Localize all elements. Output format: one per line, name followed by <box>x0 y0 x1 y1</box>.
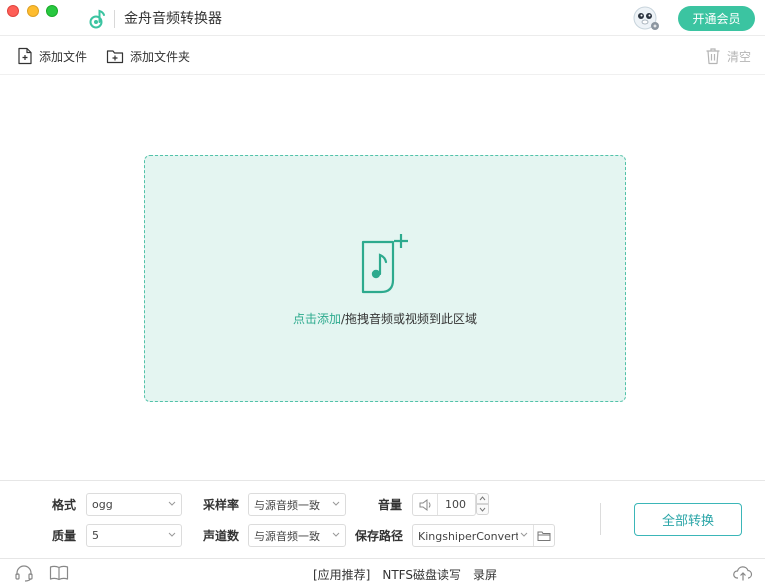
settings-separator <box>600 503 601 535</box>
add-folder-button[interactable]: 添加文件夹 <box>106 46 190 66</box>
drop-hint: 点击添加/拖拽音频或视频到此区域 <box>145 310 625 327</box>
settings-panel: 格式 ogg 质量 5 采样率 与源音频一致 声道数 与源音频一致 音量 100… <box>0 480 765 558</box>
chevron-up-icon <box>479 496 486 501</box>
speaker-icon <box>419 499 431 511</box>
app-logo-icon <box>89 9 105 29</box>
close-window-button[interactable] <box>7 5 19 17</box>
format-label: 格式 <box>52 498 77 512</box>
chevron-down-icon <box>520 532 528 537</box>
app-recommend-link[interactable]: [应用推荐] <box>313 566 370 583</box>
volume-value: 100 <box>445 498 466 511</box>
title-separator <box>114 10 115 28</box>
ntfs-link[interactable]: NTFS磁盘读写 <box>382 566 461 583</box>
format-value: ogg <box>92 498 113 511</box>
music-file-add-icon <box>361 234 408 294</box>
add-file-icon <box>18 47 32 65</box>
book-guide-icon[interactable] <box>49 564 69 582</box>
drop-zone[interactable]: 点击添加/拖拽音频或视频到此区域 <box>144 155 626 402</box>
vip-button[interactable]: 开通会员 <box>678 6 755 31</box>
screen-record-link[interactable]: 录屏 <box>473 566 497 583</box>
volume-label: 音量 <box>378 498 403 512</box>
folder-icon[interactable] <box>537 530 551 542</box>
toolbar: 添加文件 添加文件夹 清空 <box>0 37 765 75</box>
quality-label: 质量 <box>52 529 77 543</box>
minimize-window-button[interactable] <box>27 5 39 17</box>
trash-icon <box>706 48 720 65</box>
volume-down-button[interactable] <box>476 504 489 515</box>
path-divider <box>533 525 534 546</box>
volume-stepper[interactable] <box>476 493 489 516</box>
chevron-down-icon <box>168 501 176 506</box>
zoom-window-button[interactable] <box>46 5 58 17</box>
volume-divider <box>437 494 438 515</box>
footer-bar: [应用推荐] NTFS磁盘读写 录屏 <box>0 558 765 585</box>
sample-rate-value: 与源音频一致 <box>254 498 320 512</box>
footer-links: [应用推荐] NTFS磁盘读写 录屏 <box>313 566 497 583</box>
save-path-label: 保存路径 <box>355 529 404 543</box>
drop-hint-text: /拖拽音频或视频到此区域 <box>340 312 478 326</box>
avatar[interactable] <box>632 5 660 31</box>
app-title: 金舟音频转换器 <box>124 11 222 27</box>
chevron-down-icon <box>479 507 486 512</box>
clear-label: 清空 <box>727 49 752 64</box>
convert-all-button[interactable]: 全部转换 <box>634 503 742 536</box>
sample-rate-label: 采样率 <box>203 498 240 512</box>
save-path-select[interactable]: KingshiperConverter <box>412 524 555 547</box>
chevron-down-icon <box>332 501 340 506</box>
add-folder-label: 添加文件夹 <box>130 49 191 64</box>
volume-input[interactable]: 100 <box>412 493 476 516</box>
format-select[interactable]: ogg <box>86 493 182 516</box>
channels-label: 声道数 <box>203 529 240 543</box>
add-file-button[interactable]: 添加文件 <box>17 46 87 66</box>
save-path-value: KingshiperConverter <box>418 530 518 543</box>
channels-select[interactable]: 与源音频一致 <box>248 524 346 547</box>
clear-button[interactable]: 清空 <box>705 46 751 66</box>
sample-rate-select[interactable]: 与源音频一致 <box>248 493 346 516</box>
click-to-add-link[interactable]: 点击添加 <box>293 312 341 326</box>
chevron-down-icon <box>168 532 176 537</box>
add-file-label: 添加文件 <box>39 49 88 64</box>
headset-support-icon[interactable] <box>14 564 34 582</box>
channels-value: 与源音频一致 <box>254 529 320 543</box>
cloud-upload-icon[interactable] <box>733 564 753 582</box>
quality-select[interactable]: 5 <box>86 524 182 547</box>
chevron-down-icon <box>332 532 340 537</box>
file-list-area: 点击添加/拖拽音频或视频到此区域 <box>0 76 765 480</box>
add-folder-icon <box>106 50 124 64</box>
quality-value: 5 <box>92 529 99 542</box>
title-bar: 金舟音频转换器 开通会员 <box>0 0 765 36</box>
volume-up-button[interactable] <box>476 493 489 504</box>
